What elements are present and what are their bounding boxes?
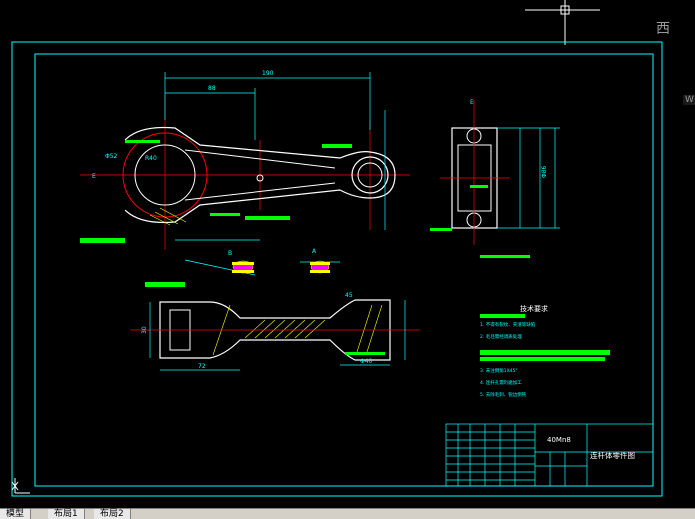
title-block-drawing-title: 连杆体零件图 xyxy=(590,450,635,460)
bottom-view xyxy=(130,282,420,371)
dim-45: 45 xyxy=(345,292,353,299)
notes-title: 技术要求 xyxy=(520,304,548,313)
note-item-5: 5. 去除毛刺、锐边倒钝 xyxy=(480,391,527,398)
dim-72: 72 xyxy=(198,363,206,370)
section-a-label: A xyxy=(312,248,317,255)
side-view xyxy=(430,100,560,258)
dim-30: 30 xyxy=(141,326,148,334)
dim-overall: 190 xyxy=(262,70,274,77)
ucs-icon xyxy=(11,478,30,494)
dim-88: 88 xyxy=(208,85,216,92)
section-b-view xyxy=(184,259,256,276)
section-b-label: B xyxy=(228,250,232,257)
dim-phi40: Φ40 xyxy=(360,358,373,365)
side-view-label-e: E xyxy=(470,99,474,106)
section-a-view xyxy=(300,260,340,274)
note-item-3: 3. 未注倒角1X45° xyxy=(480,367,518,374)
note-item-2: 2. 毛坯需经调质处理 xyxy=(480,333,522,340)
note-item-1: 1. 不得有裂纹、夹渣等缺陷 xyxy=(480,321,536,328)
dim-phi52: Φ52 xyxy=(105,153,118,160)
note-item-4: 4. 连杆孔需珩磨加工 xyxy=(480,379,522,386)
layout-tab-bar: 模型 布局1 布局2 xyxy=(0,508,695,519)
drawing-canvas[interactable]: 190 88 R40 Φ52 E B A E Φ86 72 30 45 Φ40 … xyxy=(0,0,695,508)
main-view xyxy=(80,72,410,250)
crosshair-cursor xyxy=(525,0,600,45)
dim-r40: R40 xyxy=(145,155,157,162)
title-block-material: 40Mn8 xyxy=(547,436,571,444)
sheet-outer-border xyxy=(11,41,663,497)
sheet-inner-border xyxy=(34,53,654,487)
section-e-main: E xyxy=(92,173,96,180)
dim-phi86: Φ86 xyxy=(541,165,548,178)
